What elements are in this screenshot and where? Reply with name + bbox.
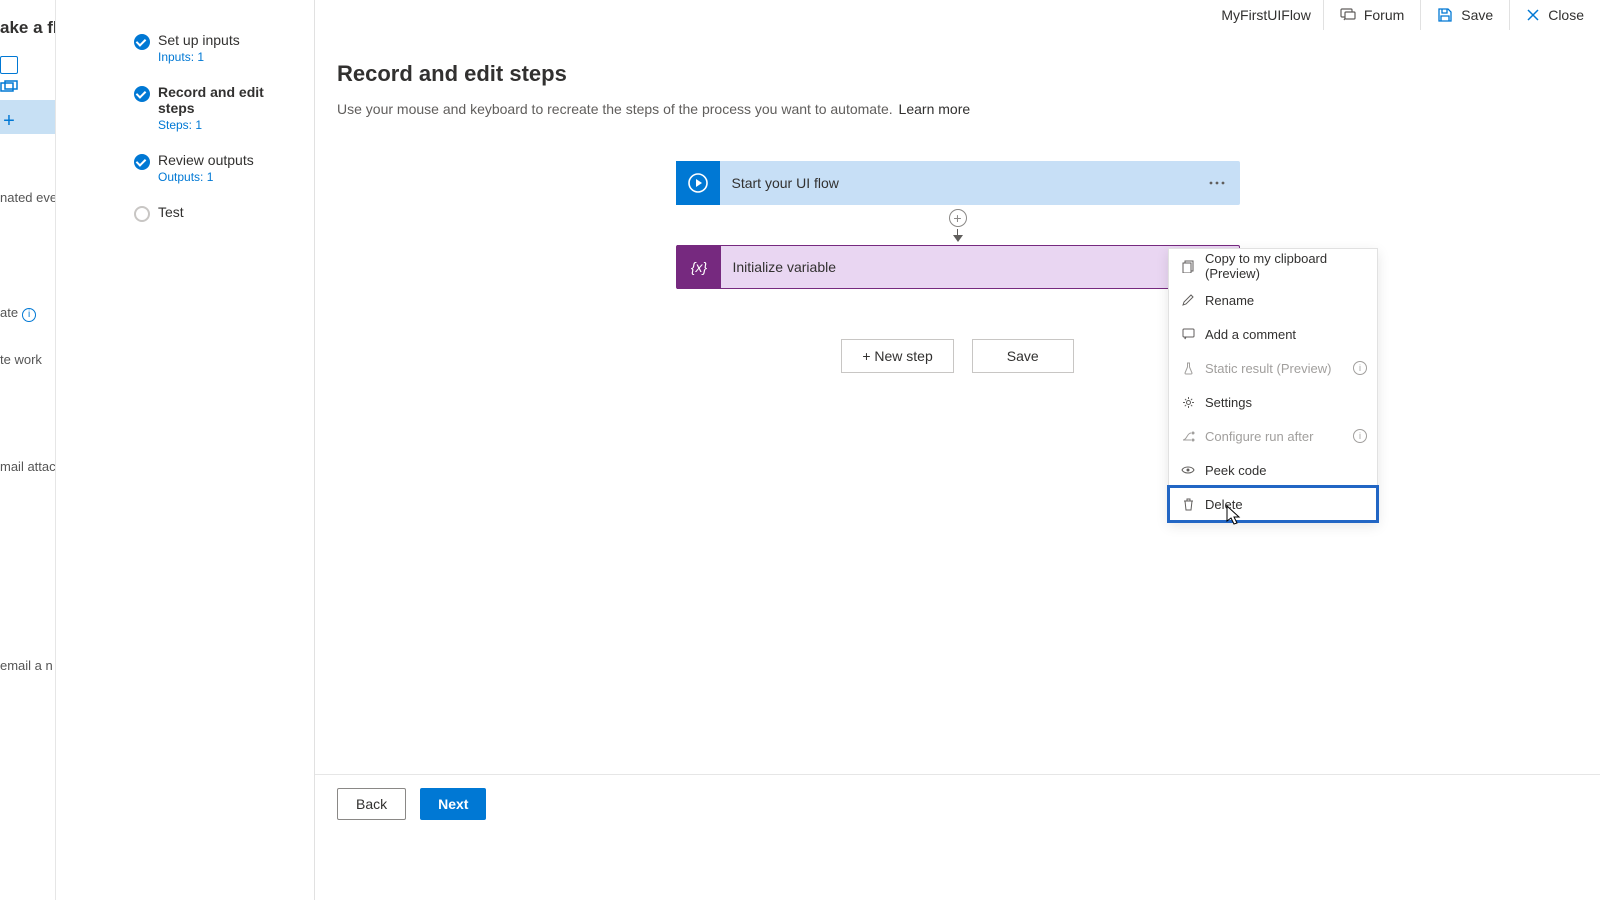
comment-icon: [1181, 328, 1195, 340]
info-icon[interactable]: i: [1353, 361, 1367, 375]
trash-icon: [1181, 498, 1195, 511]
flow-card-start[interactable]: Start your UI flow: [676, 161, 1240, 205]
plus-icon[interactable]: +: [0, 112, 18, 130]
close-icon: [1526, 8, 1540, 22]
copy-icon: [1181, 260, 1195, 273]
branch-icon: [1181, 431, 1195, 442]
arrow-down-icon: [953, 235, 963, 242]
sliver-title: ake a flo: [0, 0, 55, 38]
insert-step-button[interactable]: +: [949, 209, 967, 227]
eye-icon: [1181, 465, 1195, 475]
menu-rename[interactable]: Rename: [1169, 283, 1377, 317]
step-test[interactable]: Test: [56, 194, 314, 230]
menu-settings[interactable]: Settings: [1169, 385, 1377, 419]
wizard-footer: Back Next: [315, 774, 1600, 832]
page-title: Record and edit steps: [315, 31, 1600, 87]
check-icon: [134, 34, 150, 50]
pencil-icon: [1181, 294, 1195, 306]
square-icon: [0, 80, 18, 98]
top-toolbar: MyFirstUIFlow Forum Save Close: [315, 0, 1600, 30]
back-button[interactable]: Back: [337, 788, 406, 820]
check-icon: [134, 154, 150, 170]
check-icon: [134, 86, 150, 102]
forum-button[interactable]: Forum: [1323, 0, 1420, 30]
flow-canvas: Start your UI flow + {x} Initialize vari…: [315, 161, 1600, 373]
insert-step-connector: +: [946, 205, 970, 245]
canvas-action-row: + New step Save: [841, 339, 1073, 373]
save-icon: [1437, 7, 1453, 23]
svg-text:{x}: {x}: [690, 259, 707, 275]
menu-static-result: Static result (Preview) i: [1169, 351, 1377, 385]
new-step-button[interactable]: + New step: [841, 339, 953, 373]
next-button[interactable]: Next: [420, 788, 486, 820]
step-review-outputs[interactable]: Review outputs Outputs: 1: [56, 142, 314, 194]
menu-add-comment[interactable]: Add a comment: [1169, 317, 1377, 351]
main-content: Record and edit steps Use your mouse and…: [315, 30, 1600, 900]
step-setup-inputs[interactable]: Set up inputs Inputs: 1: [56, 22, 314, 74]
card-context-menu: Copy to my clipboard (Preview) Rename Ad…: [1168, 248, 1378, 522]
save-button[interactable]: Save: [1420, 0, 1509, 30]
close-button[interactable]: Close: [1509, 0, 1600, 30]
play-icon: [676, 161, 720, 205]
flask-icon: [1181, 362, 1195, 375]
menu-peek-code[interactable]: Peek code: [1169, 453, 1377, 487]
canvas-save-button[interactable]: Save: [972, 339, 1074, 373]
menu-configure-run-after: Configure run after i: [1169, 419, 1377, 453]
flow-name: MyFirstUIFlow: [1209, 7, 1322, 23]
menu-copy[interactable]: Copy to my clipboard (Preview): [1169, 249, 1377, 283]
page-subtitle: Use your mouse and keyboard to recreate …: [315, 87, 1600, 117]
info-icon[interactable]: i: [1353, 429, 1367, 443]
card-more-button[interactable]: [1198, 164, 1236, 202]
forum-icon: [1340, 7, 1356, 23]
step-record-edit[interactable]: Record and edit steps Steps: 1: [56, 74, 314, 142]
menu-delete[interactable]: Delete: [1169, 487, 1377, 521]
flow-card-initialize-variable[interactable]: {x} Initialize variable: [676, 245, 1240, 289]
square-icon: [0, 56, 18, 74]
gear-icon: [1181, 396, 1195, 409]
variable-icon: {x}: [677, 245, 721, 289]
left-panel-sliver: ake a flo + nated even atei te work mail…: [0, 0, 56, 900]
wizard-steps-sidebar: Set up inputs Inputs: 1 Record and edit …: [56, 0, 315, 900]
circle-icon: [134, 206, 150, 222]
learn-more-link[interactable]: Learn more: [899, 101, 971, 117]
